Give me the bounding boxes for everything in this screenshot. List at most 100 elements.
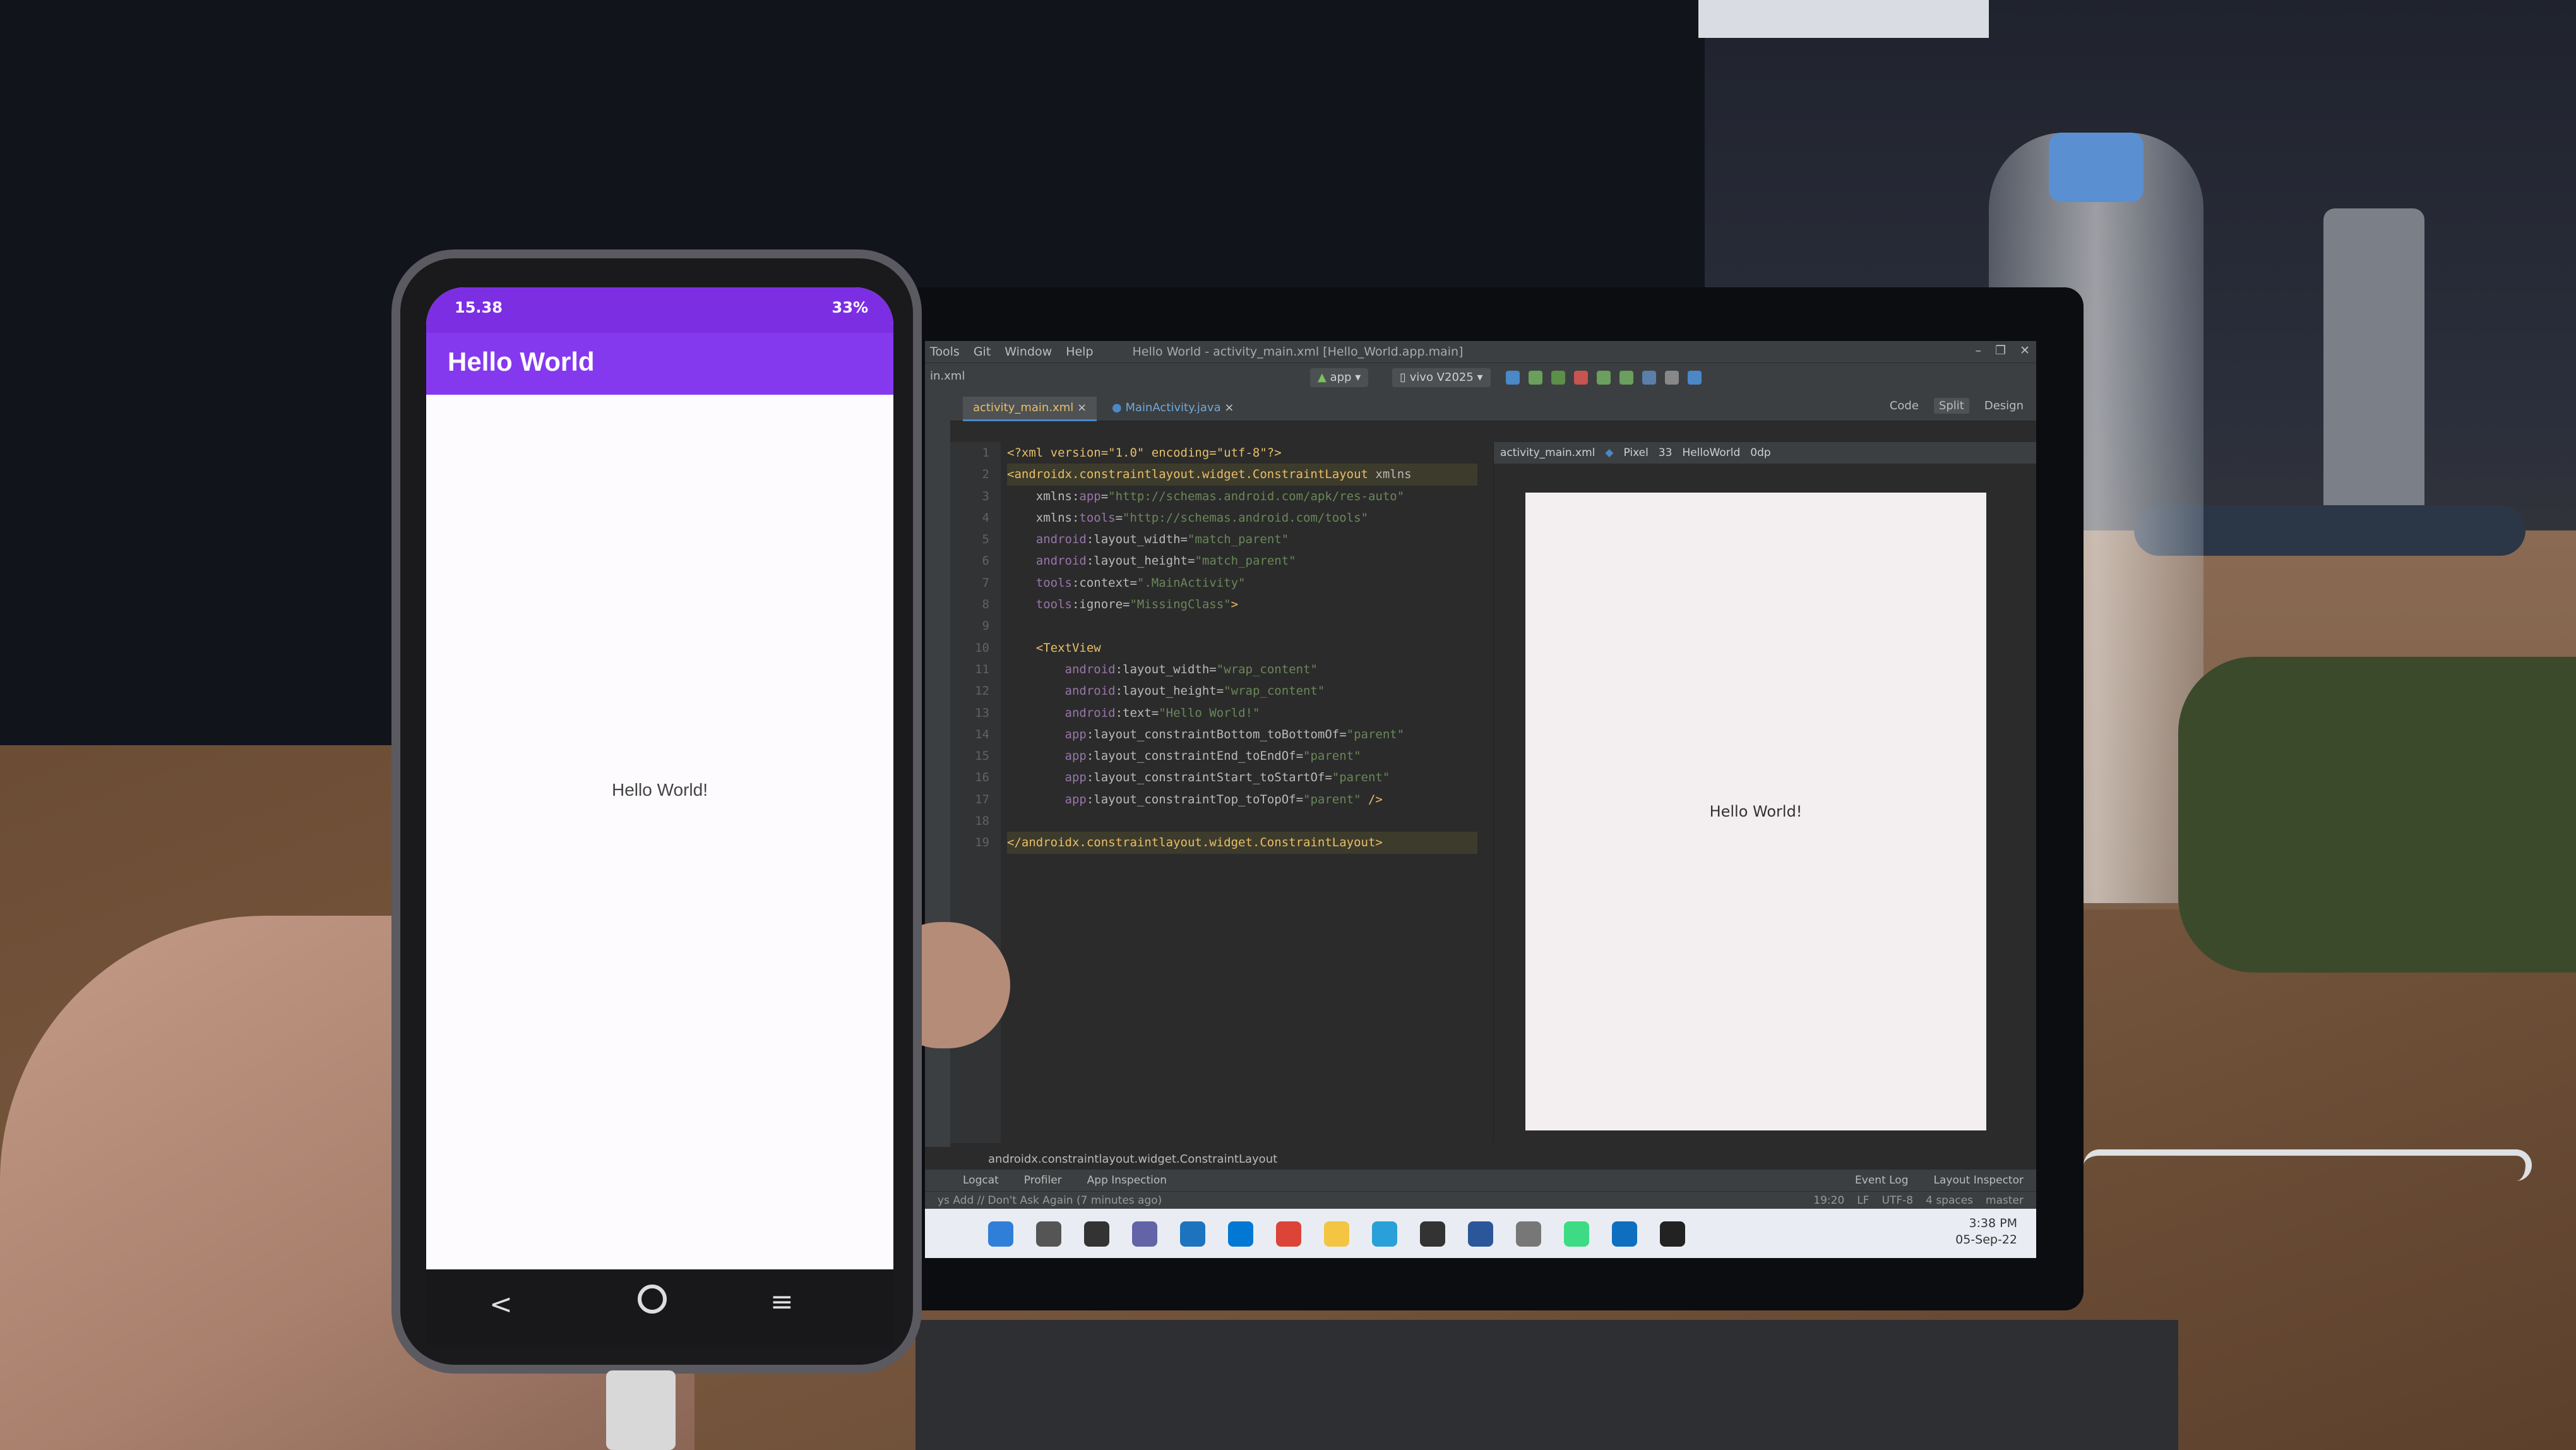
file-explorer-icon[interactable] [1324,1221,1349,1247]
java-class-icon: ● [1112,401,1122,414]
code-line[interactable]: 7 tools:context=".MainActivity" [982,572,1477,594]
menu-help[interactable]: Help [1066,345,1093,359]
chrome-icon[interactable] [1276,1221,1301,1247]
line-number: 4 [982,510,989,525]
vscode-icon[interactable] [1612,1221,1637,1247]
margin-value[interactable]: 0dp [1750,446,1770,459]
home-icon[interactable] [638,1285,667,1314]
api-level-dropdown[interactable]: 33 [1659,446,1673,459]
preview-hello-text: Hello World! [1709,803,1803,820]
code-line[interactable]: 8 tools:ignore="MissingClass"> [982,594,1477,615]
code-line[interactable]: 13 android:text="Hello World!" [975,702,1477,724]
design-mode-button[interactable]: Design [1979,398,2029,414]
line-number: 17 [975,792,989,806]
edge-icon[interactable] [1372,1221,1397,1247]
breadcrumb[interactable]: androidx.constraintlayout.widget.Constra… [988,1153,1277,1166]
layout-file-dropdown[interactable]: activity_main.xml [1500,446,1595,459]
code-line[interactable]: 3 xmlns:app="http://schemas.android.com/… [982,486,1477,507]
git-commit-icon[interactable] [1619,371,1633,385]
code-token: :layout_width= [1115,662,1217,676]
code-token: "parent" [1332,770,1390,785]
logcat-button[interactable]: Logcat [963,1174,999,1187]
code-line[interactable]: 6 android:layout_height="match_parent" [982,550,1477,572]
code-token: > [1231,597,1239,612]
layout-preview[interactable]: Hello World! [1525,493,1986,1130]
minimize-icon[interactable]: – [1976,344,1982,357]
settings-icon[interactable] [1688,371,1702,385]
code-line[interactable]: 5 android:layout_width="match_parent" [982,529,1477,550]
store-icon[interactable] [1420,1221,1445,1247]
restore-icon[interactable]: ❐ [1995,344,2006,357]
close-icon[interactable]: ✕ [2020,344,2030,357]
git-update-icon[interactable] [1597,371,1611,385]
code-line[interactable]: 1 <?xml version="1.0" encoding="utf-8"?> [982,442,1477,464]
code-token: app [1007,792,1087,806]
code-line[interactable]: 17 app:layout_constraintTop_toTopOf="par… [975,789,1477,810]
search-icon[interactable] [1665,371,1679,385]
cursor-position[interactable]: 19:20 [1813,1192,1844,1209]
close-icon[interactable]: × [1077,401,1087,414]
tab-activity-main[interactable]: activity_main.xml × [963,397,1097,421]
close-icon[interactable]: × [1224,401,1234,414]
code-token: :layout_height= [1086,554,1195,568]
layout-inspector-button[interactable]: Layout Inspector [1934,1174,2024,1187]
menu-git[interactable]: Git [974,345,991,359]
menu-tools[interactable]: Tools [930,345,960,359]
code-editor[interactable]: 1 <?xml version="1.0" encoding="utf-8"?> 2… [950,442,1481,1143]
app-l-icon[interactable] [1180,1221,1205,1247]
search-icon[interactable] [1036,1221,1061,1247]
task-view-icon[interactable] [1084,1221,1109,1247]
refresh-icon[interactable] [1506,371,1520,385]
settings-icon[interactable] [1516,1221,1541,1247]
encoding[interactable]: UTF-8 [1882,1192,1914,1209]
recents-icon[interactable]: ≡ [770,1286,794,1318]
code-token: "parent" [1303,749,1361,764]
line-ending[interactable]: LF [1857,1192,1869,1209]
code-line[interactable]: 15 app:layout_constraintEnd_toEndOf="par… [975,745,1477,767]
code-token: android [1007,684,1116,698]
debug-icon[interactable] [1551,371,1565,385]
split-mode-button[interactable]: Split [1933,398,1969,414]
code-line[interactable]: 12 android:layout_height="wrap_content" [975,680,1477,702]
design-toolbar: activity_main.xml ◆ Pixel 33 HelloWorld … [1494,442,2036,464]
android-studio-icon[interactable] [1564,1221,1589,1247]
code-line[interactable]: 11 android:layout_width="wrap_content" [975,659,1477,680]
layers-icon[interactable]: ◆ [1605,446,1613,459]
code-line[interactable]: 4 xmlns:tools="http://schemas.android.co… [982,507,1477,529]
code-line[interactable]: 14 app:layout_constraintBottom_toBottomO… [975,724,1477,745]
run-config-dropdown[interactable]: ▲ app ▾ [1310,368,1369,387]
terminal-icon[interactable] [1660,1221,1685,1247]
git-branch[interactable]: master [1986,1192,2024,1209]
device-preview-dropdown[interactable]: Pixel [1623,446,1648,459]
run-icon[interactable] [1529,371,1542,385]
device-manager-icon[interactable] [1642,371,1656,385]
line-number: 3 [982,489,989,503]
code-line[interactable]: 9 [982,615,1477,637]
code-line[interactable]: 2 <androidx.constraintlayout.widget.Const… [982,464,1477,486]
code-line[interactable]: 18 [975,810,1477,832]
run-config-label: app [1330,371,1352,384]
code-line[interactable]: 10 <TextView [975,637,1477,659]
code-mode-button[interactable]: Code [1885,398,1924,414]
indent[interactable]: 4 spaces [1926,1192,1973,1209]
code-line[interactable]: 16 app:layout_constraintStart_toStartOf=… [975,767,1477,788]
tab-main-activity[interactable]: ● MainActivity.java × [1102,397,1244,419]
device-label: vivo V2025 [1409,371,1474,384]
theme-dropdown[interactable]: HelloWorld [1682,446,1740,459]
usb-cable [2084,1149,2532,1181]
profiler-button[interactable]: Profiler [1024,1174,1062,1187]
code-area[interactable]: 1 <?xml version="1.0" encoding="utf-8"?> 2… [975,442,1477,854]
app-inspection-button[interactable]: App Inspection [1087,1174,1167,1187]
code-token: = [1115,510,1123,525]
system-tray-clock[interactable]: 3:38 PM 05-Sep-22 [1955,1215,2017,1248]
device-dropdown[interactable]: ▯ vivo V2025 ▾ [1392,368,1491,387]
event-log-button[interactable]: Event Log [1855,1174,1908,1187]
mail-icon[interactable] [1228,1221,1253,1247]
menu-window[interactable]: Window [1005,345,1052,359]
word-icon[interactable] [1468,1221,1493,1247]
code-line[interactable]: 19 </androidx.constraintlayout.widget.Con… [975,832,1477,854]
stop-icon[interactable] [1574,371,1588,385]
chat-icon[interactable] [1132,1221,1157,1247]
back-icon[interactable]: < [489,1288,513,1321]
start-icon[interactable] [988,1221,1013,1247]
